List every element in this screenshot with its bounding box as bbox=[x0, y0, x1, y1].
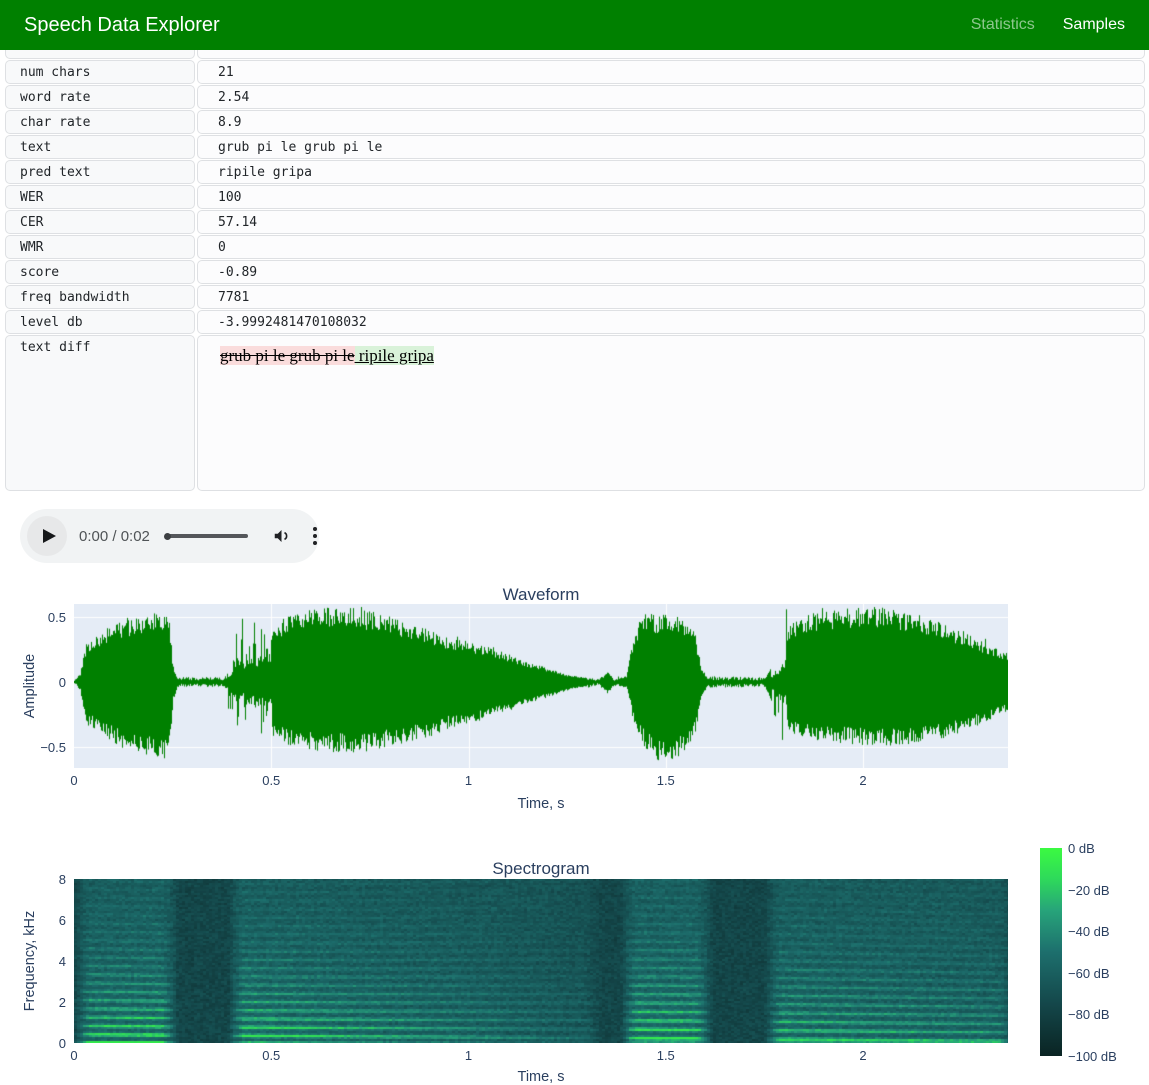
spectrogram-xlabel: Time, s bbox=[74, 1069, 1008, 1085]
row-value: 21 bbox=[197, 60, 1145, 84]
audio-player[interactable]: 0:00 / 0:02 bbox=[20, 509, 319, 563]
table-row: freq bandwidth7781 bbox=[5, 285, 1145, 309]
spectrogram-y-tick: 0 bbox=[6, 1034, 66, 1053]
seek-bar[interactable] bbox=[166, 534, 248, 538]
table-row: char rate8.9 bbox=[5, 110, 1145, 134]
spectrogram-x-tick: 1 bbox=[465, 1046, 472, 1065]
text-diff: grub pi le grub pi le ripile gripa bbox=[218, 336, 1144, 367]
colorbar-tick: −20 dB bbox=[1068, 881, 1110, 900]
row-value: 7781 bbox=[197, 285, 1145, 309]
row-label: CER bbox=[5, 210, 195, 234]
spectrogram-x-tick: 2 bbox=[859, 1046, 866, 1065]
waveform-y-tick: −0.5 bbox=[6, 738, 66, 757]
spectrogram-y-tick: 6 bbox=[6, 911, 66, 930]
app-title: Speech Data Explorer bbox=[24, 14, 220, 37]
colorbar-tick: −100 dB bbox=[1068, 1047, 1117, 1066]
spectrogram-x-tick: 1.5 bbox=[657, 1046, 675, 1065]
sample-attributes-table: num chars21word rate2.54char rate8.9text… bbox=[5, 35, 1145, 492]
waveform-x-tick: 2 bbox=[859, 771, 866, 790]
diff-added-text: ripile gripa bbox=[355, 346, 434, 365]
row-value: 0 bbox=[197, 235, 1145, 259]
table-row: num chars21 bbox=[5, 60, 1145, 84]
waveform-y-tick: 0.5 bbox=[6, 608, 66, 627]
spectrogram-title: Spectrogram bbox=[74, 859, 1008, 879]
row-label: num chars bbox=[5, 60, 195, 84]
waveform-canvas[interactable] bbox=[74, 604, 1008, 768]
table-row: level db-3.9992481470108032 bbox=[5, 310, 1145, 334]
spectrogram-y-tick: 8 bbox=[6, 870, 66, 889]
colorbar-tick: 0 dB bbox=[1068, 839, 1095, 858]
top-nav: Statistics Samples bbox=[971, 16, 1125, 34]
kebab-icon bbox=[313, 527, 317, 531]
row-value: -0.89 bbox=[197, 260, 1145, 284]
colorbar-tick: −80 dB bbox=[1068, 1005, 1110, 1024]
row-value: 100 bbox=[197, 185, 1145, 209]
table-row: textgrub pi le grub pi le bbox=[5, 135, 1145, 159]
spectrogram-canvas[interactable] bbox=[74, 879, 1008, 1043]
table-row: pred textripile gripa bbox=[5, 160, 1145, 184]
table-row: WER100 bbox=[5, 185, 1145, 209]
row-label: char rate bbox=[5, 110, 195, 134]
colorbar bbox=[1040, 848, 1062, 1056]
table-row: CER57.14 bbox=[5, 210, 1145, 234]
nav-samples[interactable]: Samples bbox=[1063, 16, 1125, 34]
nav-statistics[interactable]: Statistics bbox=[971, 16, 1035, 34]
colorbar-tick: −60 dB bbox=[1068, 964, 1110, 983]
spectrogram-x-tick: 0 bbox=[70, 1046, 77, 1065]
row-label: WMR bbox=[5, 235, 195, 259]
row-label: level db bbox=[5, 310, 195, 334]
row-label: WER bbox=[5, 185, 195, 209]
playback-time: 0:00 / 0:02 bbox=[79, 528, 150, 545]
play-icon bbox=[43, 529, 56, 543]
play-button[interactable] bbox=[27, 516, 67, 556]
waveform-x-tick: 1.5 bbox=[657, 771, 675, 790]
row-value: 2.54 bbox=[197, 85, 1145, 109]
waveform-x-tick: 0 bbox=[70, 771, 77, 790]
audio-menu-button[interactable] bbox=[313, 527, 317, 545]
speech-data-explorer-app: Speech Data Explorer Statistics Samples … bbox=[0, 0, 1149, 1085]
table-row: word rate2.54 bbox=[5, 85, 1145, 109]
row-value: ripile gripa bbox=[197, 160, 1145, 184]
row-value: grub pi le grub pi le bbox=[197, 135, 1145, 159]
row-label: text diff bbox=[5, 335, 195, 491]
table-row: WMR0 bbox=[5, 235, 1145, 259]
table-row: text diff grub pi le grub pi le ripile gr… bbox=[5, 335, 1145, 491]
app-header: Speech Data Explorer Statistics Samples bbox=[0, 0, 1149, 50]
row-value: 8.9 bbox=[197, 110, 1145, 134]
waveform-xlabel: Time, s bbox=[74, 796, 1008, 812]
row-value: 57.14 bbox=[197, 210, 1145, 234]
waveform-x-tick: 1 bbox=[465, 771, 472, 790]
row-value: -3.9992481470108032 bbox=[197, 310, 1145, 334]
volume-button[interactable] bbox=[272, 527, 291, 545]
waveform-title: Waveform bbox=[74, 585, 1008, 605]
spectrogram-x-tick: 0.5 bbox=[262, 1046, 280, 1065]
row-label: pred text bbox=[5, 160, 195, 184]
waveform-y-tick: 0 bbox=[6, 673, 66, 692]
row-label: score bbox=[5, 260, 195, 284]
row-label: freq bandwidth bbox=[5, 285, 195, 309]
row-label: text bbox=[5, 135, 195, 159]
row-label: word rate bbox=[5, 85, 195, 109]
spectrogram-y-tick: 2 bbox=[6, 993, 66, 1012]
row-value: grub pi le grub pi le ripile gripa bbox=[197, 335, 1145, 491]
volume-icon bbox=[272, 527, 291, 545]
waveform-x-tick: 0.5 bbox=[262, 771, 280, 790]
spectrogram-y-tick: 4 bbox=[6, 952, 66, 971]
diff-removed-text: grub pi le grub pi le bbox=[220, 346, 355, 365]
table-row: score-0.89 bbox=[5, 260, 1145, 284]
colorbar-tick: −40 dB bbox=[1068, 922, 1110, 941]
